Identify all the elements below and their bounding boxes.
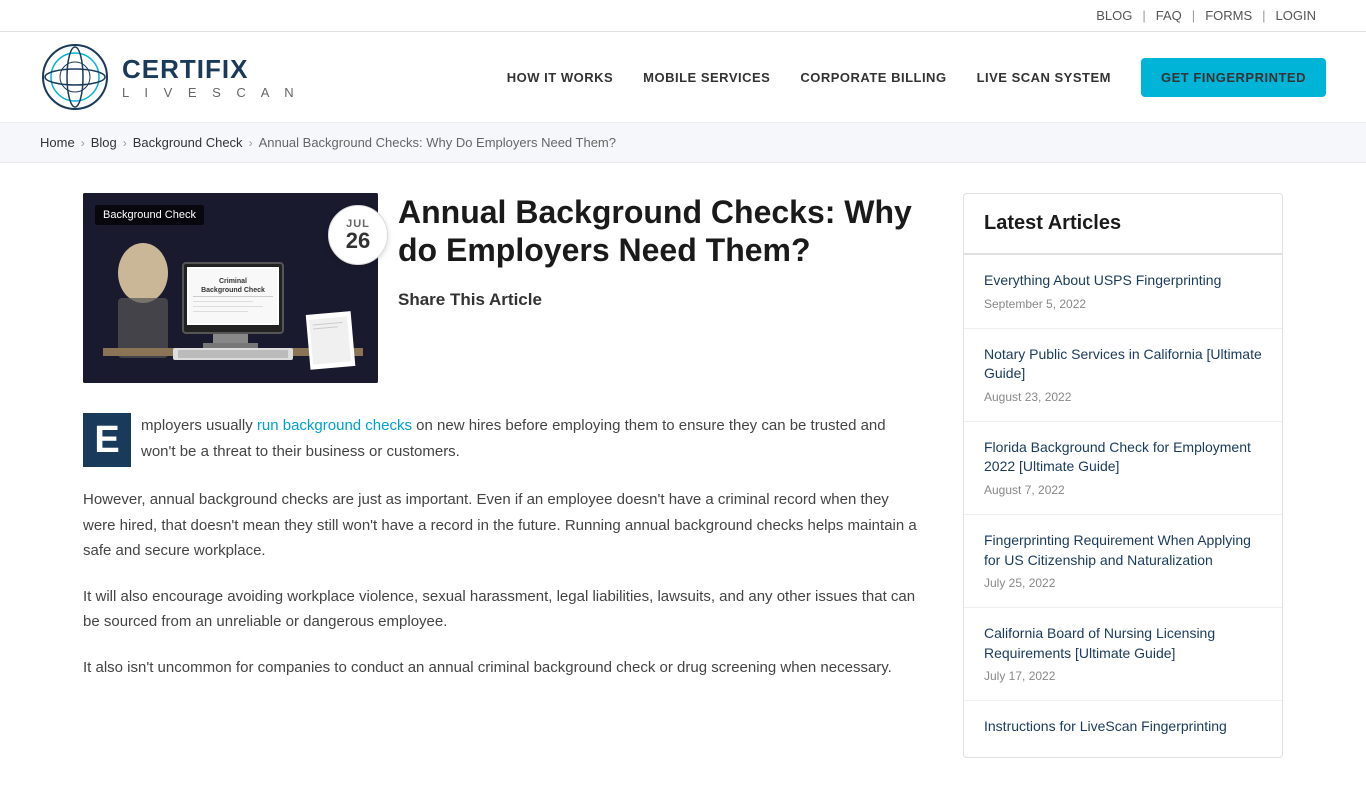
run-background-checks-link[interactable]: run background checks bbox=[257, 417, 412, 434]
sidebar-article-title-2[interactable]: Florida Background Check for Employment … bbox=[984, 438, 1262, 477]
sidebar-article-title-4[interactable]: California Board of Nursing Licensing Re… bbox=[984, 624, 1262, 663]
logo-text: CERTIFIX L I V E S C A N bbox=[122, 54, 300, 100]
sidebar-article-date-3: July 25, 2022 bbox=[984, 576, 1055, 590]
breadcrumb-home[interactable]: Home bbox=[40, 135, 75, 150]
breadcrumb: Home › Blog › Background Check › Annual … bbox=[0, 123, 1366, 163]
sidebar-article-5[interactable]: Instructions for LiveScan Fingerprinting bbox=[964, 701, 1282, 757]
logo-icon bbox=[40, 42, 110, 112]
sidebar-article-4[interactable]: California Board of Nursing Licensing Re… bbox=[964, 608, 1282, 701]
share-article-label[interactable]: Share This Article bbox=[398, 290, 542, 309]
sidebar-article-date-2: August 7, 2022 bbox=[984, 483, 1065, 497]
logo-certifix: CERTIFIX bbox=[122, 54, 300, 85]
article-image-wrap: Criminal Background Check bbox=[83, 193, 378, 383]
svg-text:Criminal: Criminal bbox=[219, 278, 247, 285]
intro-text: mployers usually run background checks o… bbox=[141, 413, 923, 464]
latest-articles-title: Latest Articles bbox=[964, 194, 1282, 255]
sidebar-article-title-5[interactable]: Instructions for LiveScan Fingerprinting bbox=[984, 717, 1262, 737]
sidebar-article-title-1[interactable]: Notary Public Services in California [Ul… bbox=[984, 345, 1262, 384]
get-fingerprinted-button[interactable]: GET FINGERPRINTED bbox=[1141, 58, 1326, 97]
logo-livescan: L I V E S C A N bbox=[122, 85, 300, 100]
sidebar-article-title-3[interactable]: Fingerprinting Requirement When Applying… bbox=[984, 531, 1262, 570]
header: CERTIFIX L I V E S C A N HOW IT WORKS MO… bbox=[0, 32, 1366, 123]
article-title: Annual Background Checks: Why do Employe… bbox=[398, 193, 923, 270]
article-category-badge: Background Check bbox=[95, 205, 204, 225]
nav-corporate-billing[interactable]: CORPORATE BILLING bbox=[800, 70, 946, 85]
nav-mobile-services[interactable]: MOBILE SERVICES bbox=[643, 70, 770, 85]
sidebar-article-date-4: July 17, 2022 bbox=[984, 669, 1055, 683]
sidebar-article-0[interactable]: Everything About USPS Fingerprinting Sep… bbox=[964, 255, 1282, 329]
logo[interactable]: CERTIFIX L I V E S C A N bbox=[40, 42, 300, 112]
intro-paragraph: E mployers usually run background checks… bbox=[83, 413, 923, 467]
sidebar-article-date-0: September 5, 2022 bbox=[984, 297, 1086, 311]
main-nav: HOW IT WORKS MOBILE SERVICES CORPORATE B… bbox=[507, 58, 1326, 97]
sidebar-article-date-1: August 23, 2022 bbox=[984, 390, 1071, 404]
sidebar-article-title-0[interactable]: Everything About USPS Fingerprinting bbox=[984, 271, 1262, 291]
sidebar-article-2[interactable]: Florida Background Check for Employment … bbox=[964, 422, 1282, 515]
nav-live-scan-system[interactable]: LIVE SCAN SYSTEM bbox=[977, 70, 1111, 85]
article-date-badge: JUL 26 bbox=[328, 205, 388, 265]
nav-how-it-works[interactable]: HOW IT WORKS bbox=[507, 70, 613, 85]
article-header: Criminal Background Check bbox=[83, 193, 923, 383]
article-title-area: Annual Background Checks: Why do Employe… bbox=[398, 193, 923, 310]
latest-articles-widget: Latest Articles Everything About USPS Fi… bbox=[963, 193, 1283, 758]
paragraph-1: However, annual background checks are ju… bbox=[83, 487, 923, 564]
blog-link[interactable]: BLOG bbox=[1086, 8, 1142, 23]
faq-link[interactable]: FAQ bbox=[1146, 8, 1192, 23]
top-bar: BLOG | FAQ | FORMS | LOGIN bbox=[0, 0, 1366, 32]
breadcrumb-blog[interactable]: Blog bbox=[91, 135, 117, 150]
login-link[interactable]: LOGIN bbox=[1266, 8, 1326, 23]
article-body: E mployers usually run background checks… bbox=[83, 413, 923, 680]
sidebar-article-1[interactable]: Notary Public Services in California [Ul… bbox=[964, 329, 1282, 422]
article-date-day: 26 bbox=[346, 230, 370, 252]
paragraph-2: It will also encourage avoiding workplac… bbox=[83, 584, 923, 635]
drop-cap: E bbox=[83, 413, 131, 467]
sidebar-article-3[interactable]: Fingerprinting Requirement When Applying… bbox=[964, 515, 1282, 608]
forms-link[interactable]: FORMS bbox=[1195, 8, 1262, 23]
article-area: Criminal Background Check bbox=[83, 193, 923, 758]
main-content: Criminal Background Check bbox=[43, 163, 1323, 788]
svg-text:Background Check: Background Check bbox=[201, 287, 265, 294]
paragraph-3: It also isn't uncommon for companies to … bbox=[83, 655, 923, 681]
breadcrumb-current: Annual Background Checks: Why Do Employe… bbox=[259, 135, 616, 150]
sidebar: Latest Articles Everything About USPS Fi… bbox=[963, 193, 1283, 758]
breadcrumb-background-check[interactable]: Background Check bbox=[133, 135, 243, 150]
